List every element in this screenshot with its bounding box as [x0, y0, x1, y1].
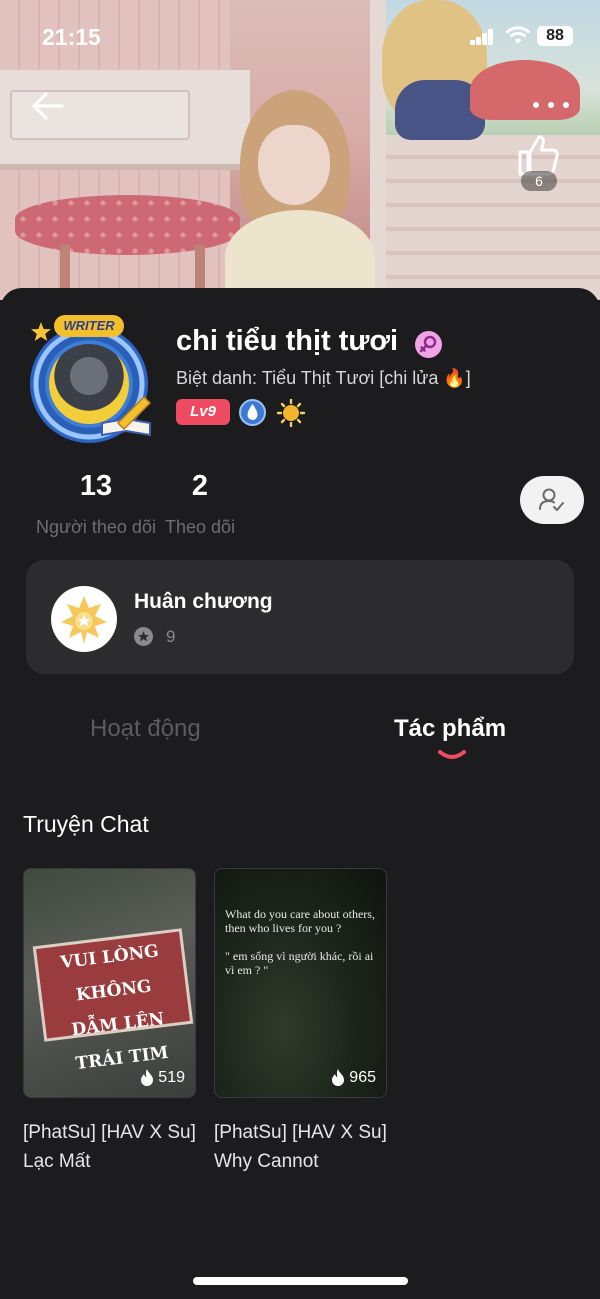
following-count: 2: [191, 470, 209, 502]
story-card[interactable]: VUI LÒNG KHÔNG DẪM LÊN TRÁI TIM 519 [Pha…: [23, 868, 196, 1176]
blue-drop-badge-icon[interactable]: [239, 399, 266, 426]
profile-name: chi tiểu thịt tươi: [176, 325, 399, 357]
followers-stat[interactable]: 13 Người theo dõi: [31, 470, 161, 538]
thumbnail-quote: What do you care about others, then who …: [225, 907, 385, 977]
profile-nickname: Biệt danh: Tiểu Thịt Tươi [chi lửa 🔥]: [176, 368, 471, 388]
story-card[interactable]: What do you care about others, then who …: [214, 868, 387, 1176]
medals-title: Huân chương: [134, 590, 273, 613]
tab-active-indicator: [438, 750, 466, 759]
story-thumbnail[interactable]: VUI LÒNG KHÔNG DẪM LÊN TRÁI TIM 519: [23, 868, 196, 1098]
tab-activity[interactable]: Hoạt động: [90, 715, 201, 743]
back-arrow-icon[interactable]: [28, 88, 68, 124]
medals-card[interactable]: Huân chương 9: [26, 560, 574, 674]
fire-icon: [332, 1069, 345, 1086]
medal-count-icon: [134, 627, 153, 646]
like-count: 6: [521, 171, 557, 191]
tab-works[interactable]: Tác phẩm: [394, 715, 506, 743]
more-options-icon[interactable]: [530, 95, 572, 115]
medals-count: 9: [166, 627, 176, 646]
followers-count: 13: [79, 470, 113, 502]
views-count: 519: [158, 1068, 185, 1086]
story-thumbnail[interactable]: What do you care about others, then who …: [214, 868, 387, 1098]
female-gender-icon: [415, 331, 442, 358]
user-check-icon: [539, 488, 564, 511]
thumbnail-text: What do you care about others, then who …: [225, 907, 375, 935]
following-label: Theo dõi: [164, 517, 236, 537]
home-indicator[interactable]: [193, 1277, 408, 1285]
pen-book-icon: [101, 395, 152, 437]
status-time: 21:15: [42, 24, 101, 50]
story-title[interactable]: [PhatSu] [HAV X Su] Why Cannot: [214, 1118, 387, 1176]
star-icon: [31, 322, 51, 341]
status-bar: 21:15 88: [0, 0, 600, 70]
sun-badge-icon[interactable]: [276, 399, 306, 427]
fire-icon: [141, 1069, 154, 1086]
following-stat[interactable]: 2 Theo dõi: [161, 470, 239, 538]
writer-badge: WRITER: [54, 315, 124, 337]
views-count: 965: [349, 1068, 376, 1086]
cellular-signal-icon: [470, 29, 494, 45]
battery-indicator: 88: [537, 26, 573, 46]
followed-user-button[interactable]: [520, 476, 584, 524]
thumbnail-text: " em sống vì người khác, rồi ai vì em ? …: [225, 949, 374, 977]
section-title-chat-stories: Truyện Chat: [23, 811, 149, 837]
medal-icon: [51, 586, 117, 652]
thumbnail-sign: VUI LÒNG KHÔNG DẪM LÊN TRÁI TIM: [32, 928, 194, 1074]
story-views: 965: [330, 1068, 376, 1087]
story-views: 519: [139, 1068, 185, 1087]
profile-screen: 21:15 88 6 WRITER chi tiểu thịt tươi Biệ…: [0, 0, 600, 1299]
wifi-icon: [505, 26, 531, 44]
followers-label: Người theo dõi: [36, 517, 156, 537]
story-title[interactable]: [PhatSu] [HAV X Su] Lạc Mất: [23, 1118, 196, 1176]
avatar[interactable]: WRITER: [18, 315, 160, 443]
level-badge[interactable]: Lv9: [176, 399, 230, 425]
